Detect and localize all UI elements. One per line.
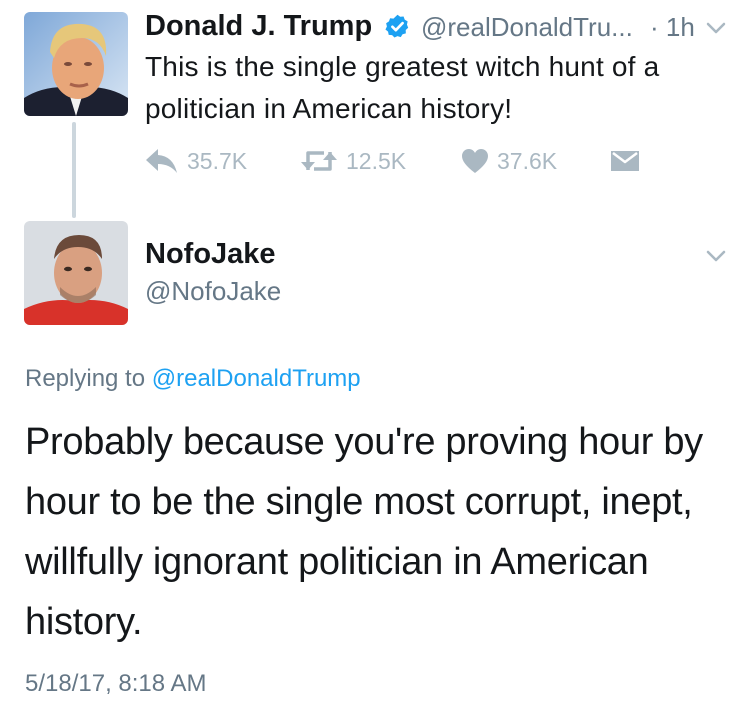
- avatar-donald-trump[interactable]: [24, 12, 128, 116]
- chevron-down-icon[interactable]: [706, 250, 726, 262]
- like-button[interactable]: 37.6K: [461, 145, 557, 177]
- verified-badge-icon: [385, 14, 409, 38]
- tweet-time-ago[interactable]: · 1h: [650, 12, 695, 43]
- direct-message-icon: [611, 151, 639, 171]
- author-handle[interactable]: @realDonaldTru...: [421, 12, 633, 43]
- avatar-nofojake[interactable]: [24, 221, 128, 325]
- like-count: 37.6K: [497, 147, 558, 174]
- reply-author-display-name[interactable]: NofoJake: [145, 238, 276, 271]
- thread-connector-line: [72, 122, 76, 218]
- retweet-count: 12.5K: [346, 147, 407, 174]
- retweet-button[interactable]: 12.5K: [300, 145, 406, 177]
- reply-button[interactable]: 35.7K: [145, 145, 247, 177]
- tweet-text: This is the single greatest witch hunt o…: [145, 51, 660, 124]
- reply-tweet-text: Probably because you're proving hour by …: [25, 421, 703, 643]
- reply-timestamp[interactable]: 5/18/17, 8:18 AM: [25, 670, 206, 698]
- reply-count: 35.7K: [187, 147, 248, 174]
- retweet-icon: [301, 151, 337, 171]
- heart-icon: [462, 149, 488, 173]
- chevron-down-icon[interactable]: [706, 22, 726, 34]
- direct-message-button[interactable]: [610, 145, 648, 177]
- reply-author-handle[interactable]: @NofoJake: [145, 276, 281, 307]
- author-display-name[interactable]: Donald J. Trump: [145, 10, 372, 43]
- replying-to-link[interactable]: @realDonaldTrump: [152, 365, 361, 392]
- replying-to-prefix: Replying to: [25, 365, 146, 392]
- replying-to-line: Replying to @realDonaldTrump: [25, 365, 361, 393]
- reply-icon: [146, 149, 177, 173]
